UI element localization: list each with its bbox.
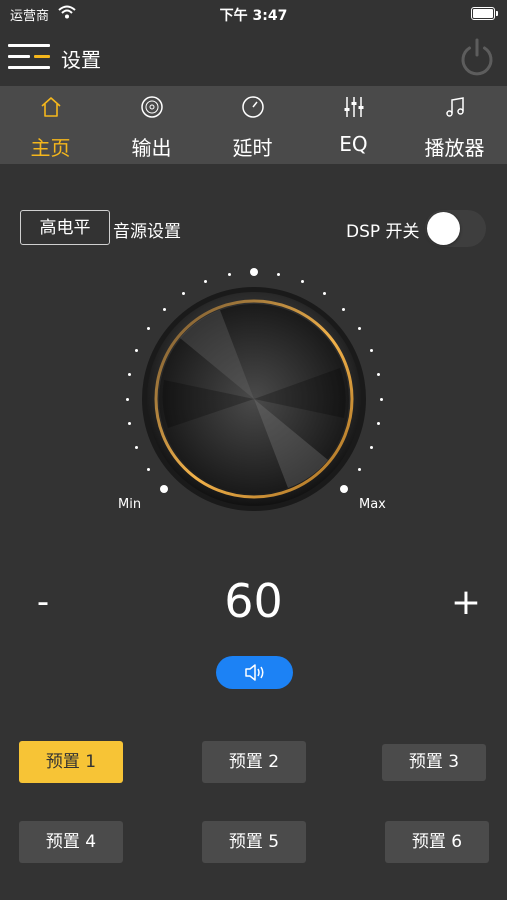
- tab-bar: 主页 输出 延时 EQ 播放器: [0, 86, 507, 164]
- music-note-icon: [445, 97, 464, 117]
- preset-4-button[interactable]: 预置 4: [19, 821, 123, 863]
- page-title: 设置: [61, 48, 101, 72]
- volume-value: 60: [224, 574, 283, 628]
- menu-icon[interactable]: [8, 42, 52, 72]
- preset-3-button[interactable]: 预置 3: [382, 744, 486, 781]
- volume-knob-area: [110, 268, 400, 518]
- max-label: Max: [359, 497, 386, 512]
- home-icon: [40, 97, 61, 117]
- tab-home[interactable]: 主页: [0, 86, 101, 164]
- tab-eq[interactable]: EQ: [303, 86, 404, 164]
- mute-button[interactable]: [216, 656, 293, 689]
- dial-dot: [146, 468, 150, 472]
- dial-dot: [369, 348, 373, 352]
- dial-dot: [379, 397, 383, 401]
- dsp-switch-label: DSP 开关: [346, 222, 420, 242]
- tab-label: 主页: [30, 136, 71, 160]
- equalizer-icon: [344, 97, 363, 117]
- dial-dot: [377, 372, 381, 376]
- toggle-knob: [427, 212, 460, 245]
- dial-dot: [181, 291, 185, 295]
- dial-dot: [125, 397, 129, 401]
- preset-2-button[interactable]: 预置 2: [202, 741, 306, 783]
- status-time: 下午 3:47: [219, 8, 288, 24]
- dial-dot: [160, 484, 169, 493]
- dial-dot: [227, 272, 231, 276]
- tab-label: 输出: [131, 136, 172, 160]
- power-icon[interactable]: [459, 36, 495, 76]
- tab-delay[interactable]: 延时: [202, 86, 303, 164]
- battery-icon: [471, 7, 498, 20]
- tab-label: 延时: [232, 136, 273, 160]
- tab-label: EQ: [339, 132, 368, 156]
- dial-dot: [250, 268, 258, 276]
- nav-bar: 设置: [0, 30, 507, 86]
- dial-dot: [146, 326, 150, 330]
- preset-6-button[interactable]: 预置 6: [385, 821, 489, 863]
- timer-icon: [241, 96, 264, 118]
- dial-dot: [127, 372, 131, 376]
- preset-5-button[interactable]: 预置 5: [202, 821, 306, 863]
- dial-dot: [369, 446, 373, 450]
- dsp-toggle[interactable]: [425, 210, 486, 247]
- dial-dot: [323, 291, 327, 295]
- min-label: Min: [118, 497, 142, 512]
- disc-icon: [140, 96, 163, 118]
- preset-1-button[interactable]: 预置 1: [19, 741, 123, 783]
- tab-output[interactable]: 输出: [101, 86, 202, 164]
- volume-knob[interactable]: [110, 268, 400, 518]
- tab-label: 播放器: [424, 136, 485, 160]
- high-level-button[interactable]: 高电平: [20, 210, 110, 245]
- speaker-icon: [245, 664, 264, 681]
- status-bar: 运营商 下午 3:47: [0, 0, 507, 28]
- dial-dot: [339, 484, 348, 493]
- source-settings-label: 音源设置: [113, 222, 181, 242]
- tab-player[interactable]: 播放器: [404, 86, 505, 164]
- dial-dot: [162, 307, 166, 311]
- volume-plus-button[interactable]: +: [446, 582, 486, 623]
